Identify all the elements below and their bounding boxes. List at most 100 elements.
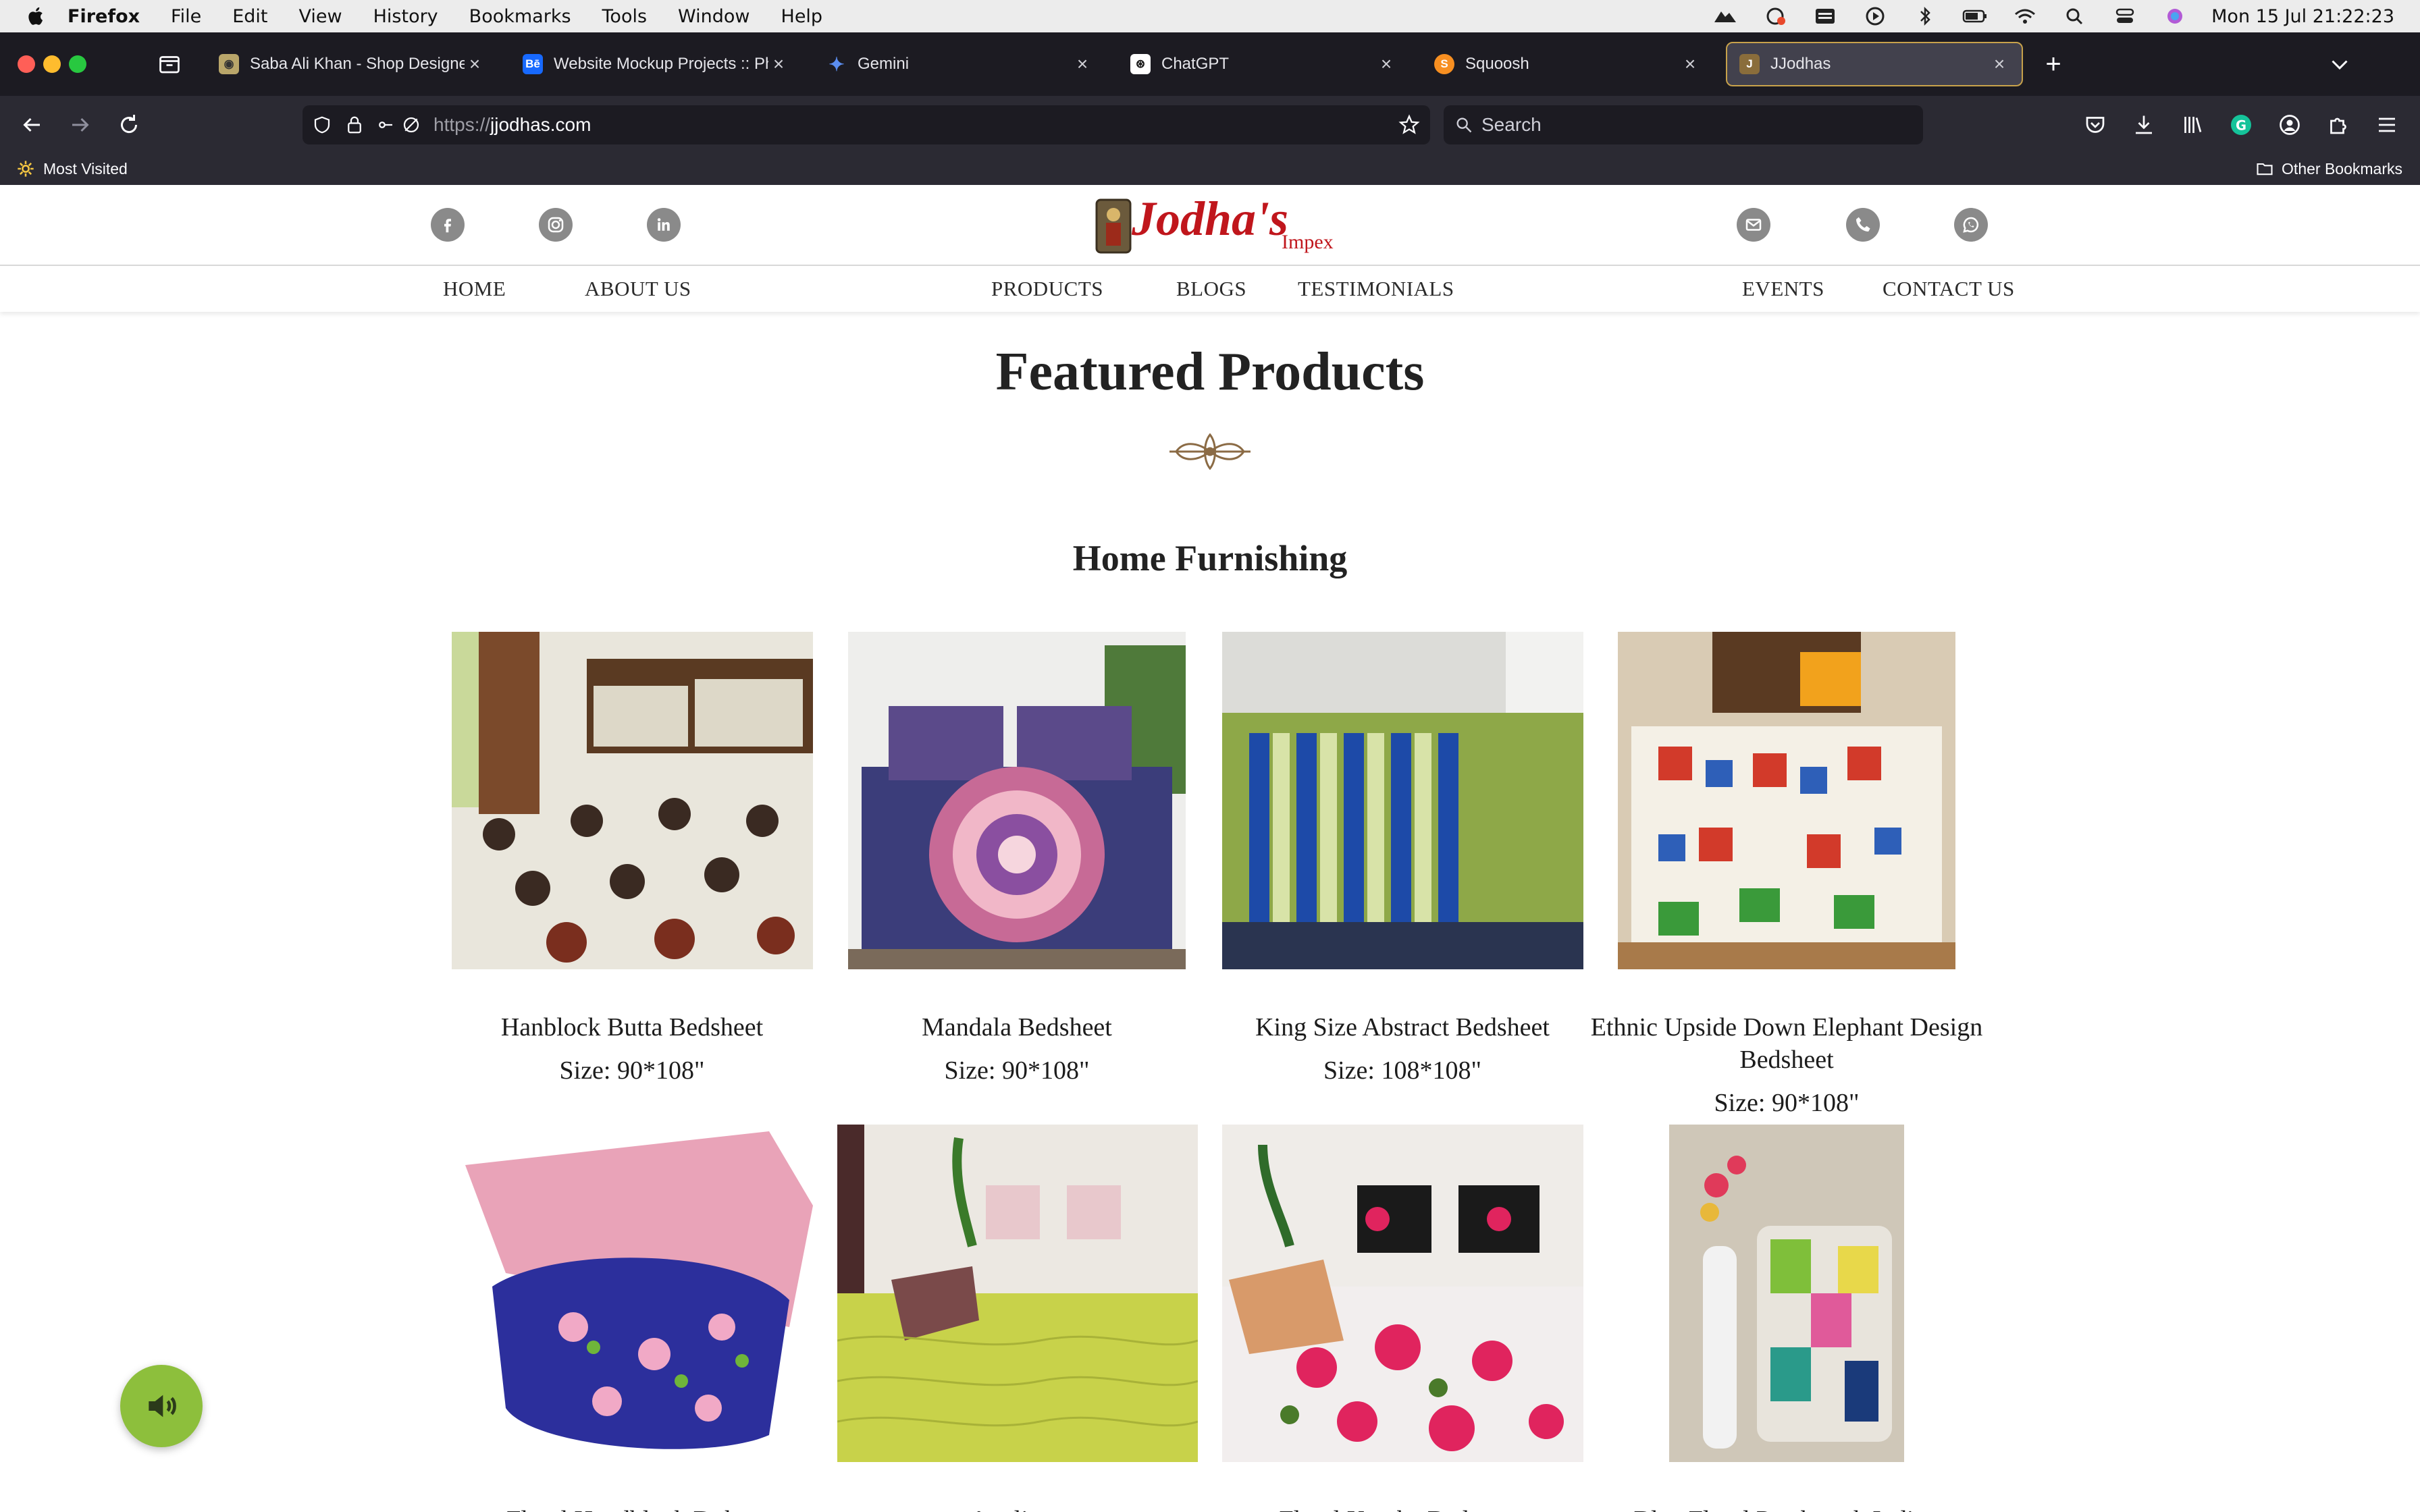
app-menu-button[interactable]	[2370, 108, 2404, 142]
product-name[interactable]: Floral Handblock Dohar	[429, 1504, 835, 1512]
product-image[interactable]	[452, 1125, 813, 1462]
email-link[interactable]	[1737, 208, 1770, 242]
list-all-tabs-button[interactable]	[2323, 47, 2357, 81]
folder-icon	[2257, 163, 2273, 176]
lock-icon[interactable]	[344, 115, 365, 135]
menu-file[interactable]: File	[171, 6, 201, 27]
spotlight-search-icon[interactable]	[2061, 6, 2088, 26]
menu-bookmarks[interactable]: Bookmarks	[469, 6, 571, 27]
tab-website-mockup[interactable]: Bē Website Mockup Projects :: Pho ×	[510, 42, 801, 86]
product-name[interactable]: Floral Kantha Bedcover	[1200, 1504, 1605, 1512]
tab-jjodhas[interactable]: J JJodhas ×	[1726, 42, 2023, 86]
dropbox-icon[interactable]	[1812, 6, 1839, 26]
facebook-link[interactable]	[431, 208, 465, 242]
linkedin-link[interactable]	[647, 208, 681, 242]
linkedin-icon	[657, 218, 670, 231]
bluetooth-icon[interactable]	[1912, 6, 1939, 26]
navigation-toolbar: https://jjodhas.com Search G	[0, 96, 2420, 154]
menu-tools[interactable]: Tools	[602, 6, 648, 27]
reload-button[interactable]	[112, 108, 146, 142]
whatsapp-link[interactable]	[1954, 208, 1988, 242]
tab-gemini[interactable]: ✦ Gemini ×	[814, 42, 1105, 86]
battery-icon[interactable]	[1962, 6, 1989, 26]
tab-saba-ali-khan[interactable]: ◉ Saba Ali Khan - Shop Designers ×	[207, 42, 497, 86]
url-text[interactable]: https://jjodhas.com	[433, 114, 591, 136]
tab-title: Gemini	[858, 55, 910, 73]
shield-icon[interactable]	[312, 115, 332, 135]
product-name[interactable]: Hanblock Butta Bedsheet	[429, 1011, 835, 1044]
pocket-icon	[2086, 117, 2105, 133]
library-button[interactable]	[2176, 108, 2209, 142]
bookmark-star-icon[interactable]	[1398, 113, 1421, 136]
site-top-bar: Jodha's Impex	[0, 185, 2420, 266]
menu-help[interactable]: Help	[781, 6, 823, 27]
arrow-left-icon	[23, 117, 40, 132]
product-name[interactable]: Mandala Bedsheet	[814, 1011, 1219, 1044]
wifi-icon[interactable]	[2011, 6, 2038, 26]
url-scheme: https://	[433, 114, 491, 135]
extensions-button[interactable]	[2321, 108, 2355, 142]
menu-clock[interactable]: Mon 15 Jul 21:22:23	[2211, 6, 2394, 27]
nav-home[interactable]: HOME	[443, 277, 506, 301]
most-visited-bookmark[interactable]: Most Visited	[16, 159, 128, 178]
firefox-view-icon	[159, 56, 180, 74]
apple-icon[interactable]	[26, 5, 47, 27]
instagram-link[interactable]	[539, 208, 573, 242]
tab-close-icon[interactable]: ×	[1989, 53, 2009, 75]
product-image[interactable]	[1222, 632, 1583, 969]
product-name[interactable]: Ethnic Upside Down Elephant Design Bedsh…	[1584, 1011, 1989, 1076]
nav-products[interactable]: PRODUCTS	[991, 277, 1103, 301]
phone-link[interactable]	[1846, 208, 1880, 242]
menu-edit[interactable]: Edit	[232, 6, 267, 27]
control-center-icon[interactable]	[2111, 6, 2138, 26]
nav-events[interactable]: EVENTS	[1742, 277, 1824, 301]
audio-toggle-button[interactable]	[120, 1365, 203, 1447]
nav-testimonials[interactable]: TESTIMONIALS	[1298, 277, 1454, 301]
window-minimize-button[interactable]	[43, 55, 61, 73]
tab-close-icon[interactable]: ×	[1072, 53, 1093, 75]
product-size: Size: 90*108"	[1714, 1089, 1860, 1117]
window-close-button[interactable]	[18, 55, 35, 73]
account-button[interactable]	[2273, 108, 2307, 142]
nav-about-us[interactable]: ABOUT US	[585, 277, 691, 301]
creative-cloud-icon[interactable]	[1762, 6, 1789, 26]
menu-app-name[interactable]: Firefox	[68, 6, 140, 27]
pocket-button[interactable]	[2078, 108, 2112, 142]
product-image[interactable]	[837, 1125, 1198, 1462]
nav-contact-us[interactable]: CONTACT US	[1883, 277, 2015, 301]
back-button[interactable]	[15, 108, 49, 142]
permissions-icon[interactable]	[375, 115, 396, 135]
tab-close-icon[interactable]: ×	[1680, 53, 1700, 75]
product-image[interactable]	[452, 632, 813, 969]
product-image[interactable]	[1618, 632, 1955, 969]
tab-close-icon[interactable]: ×	[768, 53, 789, 75]
menu-view[interactable]: View	[299, 6, 342, 27]
cloud-icon[interactable]	[1712, 6, 1739, 26]
tab-squoosh[interactable]: S Squoosh ×	[1422, 42, 1712, 86]
firefox-view-button[interactable]	[153, 47, 186, 81]
tab-close-icon[interactable]: ×	[465, 53, 485, 75]
product-image[interactable]	[848, 632, 1186, 969]
play-icon[interactable]	[1862, 6, 1889, 26]
window-zoom-button[interactable]	[69, 55, 86, 73]
product-image[interactable]	[1669, 1125, 1904, 1462]
downloads-button[interactable]	[2127, 108, 2161, 142]
other-bookmarks-folder[interactable]: Other Bookmarks	[2255, 159, 2402, 178]
search-bar[interactable]: Search	[1444, 105, 1923, 144]
tab-chatgpt[interactable]: ⊛ ChatGPT ×	[1118, 42, 1409, 86]
siri-icon[interactable]	[2161, 6, 2188, 26]
product-name[interactable]: King Size Abstract Bedsheet	[1200, 1011, 1605, 1044]
menu-window[interactable]: Window	[678, 6, 749, 27]
nav-blogs[interactable]: BLOGS	[1176, 277, 1246, 301]
tab-close-icon[interactable]: ×	[1376, 53, 1396, 75]
product-image[interactable]	[1222, 1125, 1583, 1462]
jodhas-impex-logo[interactable]: Jodha's Impex	[1091, 192, 1341, 259]
product-name[interactable]: Blue Floral Patchwork Indigo	[1584, 1504, 1989, 1512]
grammarly-extension-button[interactable]: G	[2224, 108, 2258, 142]
menu-history[interactable]: History	[373, 6, 438, 27]
product-name[interactable]: Applique	[815, 1504, 1220, 1512]
new-tab-button[interactable]: +	[2036, 47, 2070, 81]
url-bar[interactable]: https://jjodhas.com	[302, 105, 1430, 144]
forward-button[interactable]	[63, 108, 97, 142]
tracking-protection-icon[interactable]	[401, 115, 421, 135]
